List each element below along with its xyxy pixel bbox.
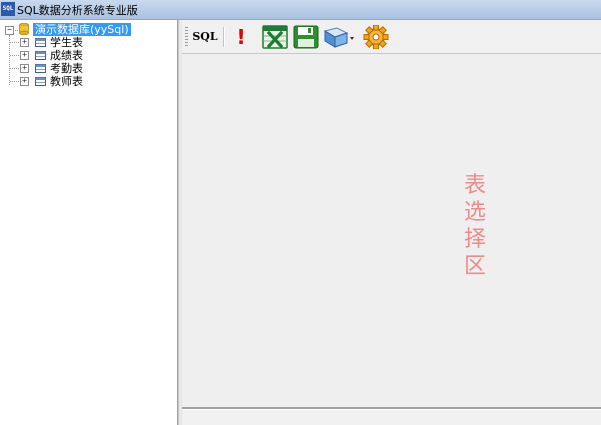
save-button[interactable] bbox=[293, 25, 319, 49]
table-selection-area[interactable] bbox=[182, 54, 601, 407]
tree-root-database[interactable]: 演示数据库(yySql) bbox=[33, 23, 131, 36]
tree-root-label: 演示数据库(yySql) bbox=[33, 23, 131, 36]
database-icon bbox=[19, 23, 29, 35]
toolbar-separator bbox=[223, 27, 225, 47]
hint-char: 择 bbox=[463, 227, 486, 252]
expand-plus-icon[interactable]: + bbox=[20, 77, 29, 86]
sql-icon: SQL bbox=[192, 30, 218, 43]
execute-exclamation-icon: ! bbox=[236, 25, 246, 49]
execute-button[interactable]: ! bbox=[232, 25, 250, 49]
tree-connector bbox=[13, 30, 18, 31]
settings-gear-icon bbox=[363, 24, 389, 50]
hint-char: 表 bbox=[463, 173, 486, 198]
expand-plus-icon[interactable]: + bbox=[20, 64, 29, 73]
app-sql-icon: SQL bbox=[1, 2, 15, 16]
database-tree-panel[interactable]: − 演示数据库(yySql) + 学生表 + 成绩表 + 考勤表 + 教师表 bbox=[0, 20, 178, 425]
expand-plus-icon[interactable]: + bbox=[20, 51, 29, 60]
table-icon bbox=[35, 38, 46, 47]
window-title: SQL数据分析系统专业版 bbox=[17, 4, 138, 17]
tree-item-teacher-table[interactable]: 教师表 bbox=[50, 75, 83, 88]
toolbar: SQL ! bbox=[182, 21, 601, 54]
expand-plus-icon[interactable]: + bbox=[20, 38, 29, 47]
excel-export-icon bbox=[262, 25, 288, 49]
save-disk-icon bbox=[293, 25, 319, 49]
table-selection-hint: 表 选 择 区 bbox=[455, 172, 495, 280]
table-icon bbox=[35, 51, 46, 60]
open-dropdown-button[interactable] bbox=[323, 25, 357, 49]
settings-button[interactable] bbox=[362, 24, 390, 50]
export-excel-button[interactable] bbox=[262, 25, 288, 49]
open-dropdown-icon bbox=[323, 27, 354, 48]
tree-item-grades-table[interactable]: 成绩表 bbox=[50, 49, 83, 62]
sql-query-button[interactable]: SQL bbox=[191, 25, 219, 49]
title-bar[interactable]: SQL SQL数据分析系统专业版 bbox=[0, 0, 601, 20]
table-icon bbox=[35, 77, 46, 86]
tree-item-student-table[interactable]: 学生表 bbox=[50, 36, 83, 49]
bottom-panel bbox=[182, 410, 601, 425]
table-icon bbox=[35, 64, 46, 73]
tree-connector bbox=[10, 68, 19, 69]
tree-connector bbox=[10, 55, 19, 56]
tree-connector bbox=[10, 81, 19, 82]
tree-connector bbox=[10, 42, 19, 43]
toolbar-grip-handle[interactable] bbox=[185, 27, 188, 47]
tree-item-attendance-table[interactable]: 考勤表 bbox=[50, 62, 83, 75]
hint-char: 区 bbox=[463, 254, 486, 279]
hint-char: 选 bbox=[463, 200, 486, 225]
